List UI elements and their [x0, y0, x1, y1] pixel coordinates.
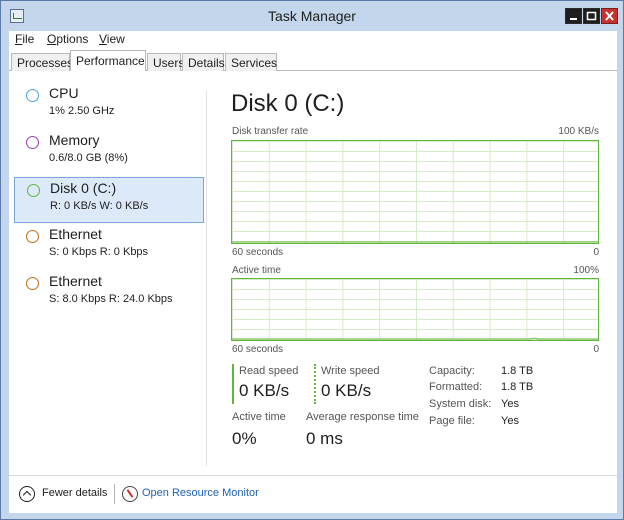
sidebar-item-detail: S: 8.0 Kbps R: 24.0 Kbps [49, 293, 173, 305]
active-time-value: 0% [232, 429, 257, 448]
sidebar-item-ethernet-2[interactable]: Ethernet S: 8.0 Kbps R: 24.0 Kbps [14, 271, 204, 317]
active-time-label: Active time [232, 411, 286, 423]
sidebar-item-detail: 0.6/8.0 GB (8%) [49, 152, 128, 164]
window-title: Task Manager [268, 8, 356, 24]
close-icon [605, 11, 614, 21]
chevron-up-icon[interactable] [19, 486, 35, 502]
sidebar-item-ethernet-1[interactable]: Ethernet S: 0 Kbps R: 0 Kbps [14, 224, 204, 270]
minimize-icon [570, 18, 577, 20]
tab-strip: Processes Performance Users Details Serv… [9, 49, 617, 72]
disk-indicator-icon [27, 184, 40, 197]
tab-users[interactable]: Users [147, 53, 184, 71]
graph-zero-label: 0 [593, 247, 599, 258]
menu-view[interactable]: View [99, 32, 125, 46]
title-bar[interactable]: Task Manager [1, 1, 623, 31]
tab-details[interactable]: Details [182, 53, 225, 71]
menu-file[interactable]: File [15, 32, 34, 46]
write-speed-value: 0 KB/s [321, 381, 372, 400]
sidebar-item-label: Memory [49, 132, 100, 148]
footer-separator [114, 484, 115, 504]
sidebar-item-detail: S: 0 Kbps R: 0 Kbps [49, 246, 149, 258]
system-disk-label: System disk: [429, 398, 492, 410]
sidebar-item-detail: R: 0 KB/s W: 0 KB/s [50, 200, 149, 212]
response-time-value: 0 ms [306, 429, 343, 448]
disk-transfer-rate-graph [231, 140, 599, 244]
tab-services[interactable]: Services [225, 53, 277, 71]
memory-indicator-icon [26, 136, 39, 149]
capacity-label: Capacity: [429, 365, 475, 377]
sidebar-item-label: Ethernet [49, 226, 102, 242]
read-speed-marker [232, 364, 234, 404]
page-title: Disk 0 (C:) [231, 90, 345, 117]
tab-processes[interactable]: Processes [11, 53, 73, 71]
performance-panel: CPU 1% 2.50 GHz Memory 0.6/8.0 GB (8%) D… [9, 71, 617, 475]
page-file-value: Yes [501, 415, 519, 427]
maximize-button[interactable] [583, 8, 600, 24]
open-resource-monitor-link[interactable]: Open Resource Monitor [142, 487, 259, 499]
footer-bar: Fewer details Open Resource Monitor [9, 475, 617, 513]
minimize-button[interactable] [565, 8, 582, 24]
tab-performance[interactable]: Performance [70, 50, 146, 72]
formatted-value: 1.8 TB [501, 381, 534, 393]
graph-zero-label: 0 [593, 344, 599, 355]
ethernet-indicator-icon [26, 277, 39, 290]
active-time-line [232, 337, 598, 340]
sidebar-item-detail: 1% 2.50 GHz [49, 105, 115, 117]
maximize-icon [586, 11, 597, 21]
resource-monitor-icon[interactable] [122, 486, 138, 502]
sidebar-item-label: Ethernet [49, 273, 102, 289]
graph-max-label: 100% [573, 265, 599, 276]
system-disk-value: Yes [501, 398, 519, 410]
graph-label: Disk transfer rate [232, 126, 309, 137]
close-button[interactable] [601, 8, 618, 24]
read-speed-value: 0 KB/s [239, 381, 290, 400]
graph-label: Active time [232, 265, 281, 276]
cpu-indicator-icon [26, 89, 39, 102]
sidebar-item-memory[interactable]: Memory 0.6/8.0 GB (8%) [14, 130, 204, 176]
active-time-graph [231, 278, 599, 341]
graph-time-label: 60 seconds [232, 344, 284, 355]
capacity-value: 1.8 TB [501, 365, 534, 377]
sidebar-item-label: CPU [49, 85, 79, 101]
panel-divider [206, 91, 207, 466]
task-manager-window: Task Manager File Options View Processes… [0, 0, 624, 520]
write-speed-label: Write speed [321, 365, 380, 377]
transfer-rate-line [232, 241, 598, 243]
fewer-details-button[interactable]: Fewer details [42, 487, 107, 499]
menu-bar: File Options View [9, 31, 617, 49]
read-speed-label: Read speed [239, 365, 299, 377]
write-speed-marker [314, 364, 316, 404]
graph-time-label: 60 seconds [232, 247, 284, 258]
ethernet-indicator-icon [26, 230, 39, 243]
sidebar-item-disk[interactable]: Disk 0 (C:) R: 0 KB/s W: 0 KB/s [14, 177, 204, 223]
sidebar-item-cpu[interactable]: CPU 1% 2.50 GHz [14, 83, 204, 129]
graph-max-label: 100 KB/s [558, 126, 599, 137]
page-file-label: Page file: [429, 415, 475, 427]
menu-options[interactable]: Options [47, 32, 88, 46]
response-time-label: Average response time [306, 411, 419, 423]
formatted-label: Formatted: [429, 381, 483, 393]
sidebar-item-label: Disk 0 (C:) [50, 180, 117, 196]
